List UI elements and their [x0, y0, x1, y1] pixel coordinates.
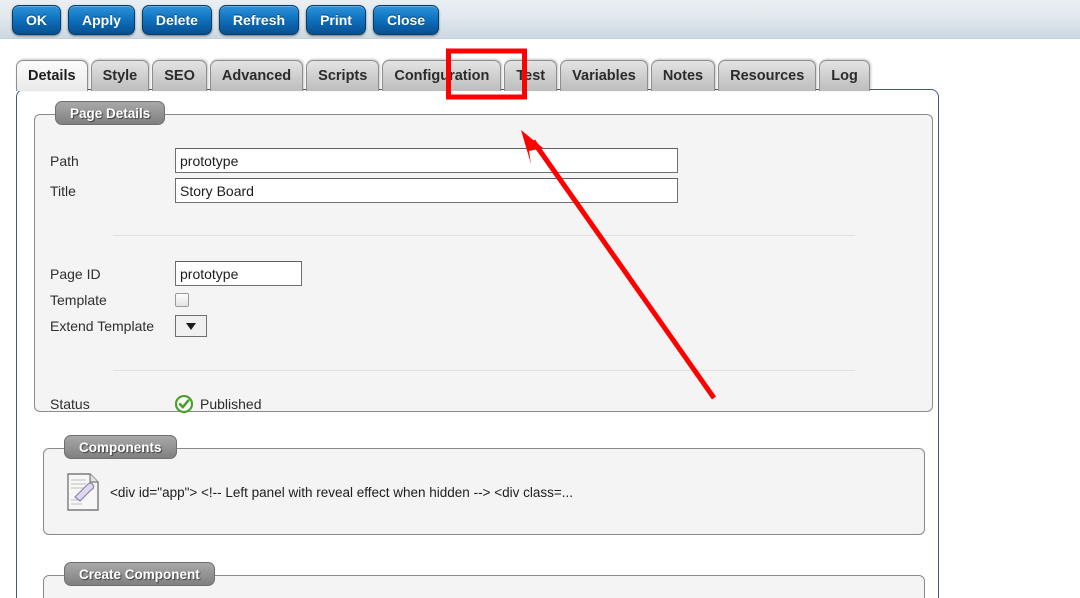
print-button[interactable]: Print: [306, 5, 366, 35]
details-panel: Page Details Path prototype Title Story …: [16, 89, 939, 598]
tab-advanced[interactable]: Advanced: [209, 60, 304, 91]
extend-template-select[interactable]: [175, 315, 207, 337]
list-item[interactable]: <div id="app"> <!-- Left panel with reve…: [66, 473, 573, 511]
template-row: Template: [50, 292, 189, 308]
page-details-fieldset: Page Details Path prototype Title Story …: [34, 101, 933, 413]
divider-2: [113, 370, 855, 371]
tab-scripts[interactable]: Scripts: [306, 60, 380, 91]
component-snippet-text: <div id="app"> <!-- Left panel with reve…: [110, 484, 573, 500]
tab-seo[interactable]: SEO: [152, 60, 207, 91]
top-toolbar: OK Apply Delete Refresh Print Close: [0, 0, 1080, 39]
extend-template-label: Extend Template: [50, 318, 155, 334]
status-value: Published: [200, 396, 262, 412]
path-row: Path prototype: [50, 148, 678, 173]
page-id-label: Page ID: [50, 265, 101, 282]
template-label: Template: [50, 292, 107, 308]
title-label: Title: [50, 182, 76, 199]
tab-style[interactable]: Style: [90, 60, 150, 91]
tab-variables[interactable]: Variables: [560, 60, 648, 91]
tab-notes[interactable]: Notes: [650, 60, 716, 91]
status-row: Status Published: [50, 395, 262, 413]
tab-configuration[interactable]: Configuration: [382, 60, 502, 91]
toolbar-button-group: OK Apply Delete Refresh Print Close: [12, 5, 440, 35]
delete-button[interactable]: Delete: [141, 5, 212, 35]
close-button[interactable]: Close: [372, 5, 440, 35]
template-checkbox[interactable]: [175, 293, 189, 307]
tab-details[interactable]: Details: [16, 60, 88, 91]
document-scroll-icon: [67, 473, 99, 511]
divider-1: [113, 235, 855, 236]
path-input[interactable]: prototype: [175, 148, 678, 173]
title-row: Title Story Board: [50, 178, 678, 203]
green-check-circle-icon: [175, 395, 193, 413]
status-label: Status: [50, 396, 90, 412]
page-id-row: Page ID prototype: [50, 261, 302, 286]
tab-test[interactable]: Test: [504, 60, 558, 91]
tab-log[interactable]: Log: [819, 60, 870, 91]
tab-bar: Details Style SEO Advanced Scripts Confi…: [16, 60, 870, 91]
page-id-input[interactable]: prototype: [175, 261, 302, 286]
title-input[interactable]: Story Board: [175, 178, 678, 203]
app-root: OK Apply Delete Refresh Print Close Deta…: [0, 0, 1080, 598]
ok-button[interactable]: OK: [12, 5, 61, 35]
chevron-down-icon: [186, 322, 196, 330]
refresh-button[interactable]: Refresh: [218, 5, 300, 35]
components-fieldset: Components <div id="app"> <!-- Left pane…: [43, 435, 925, 535]
create-component-legend: Create Component: [64, 562, 215, 586]
components-legend: Components: [64, 435, 177, 459]
path-label: Path: [50, 152, 79, 169]
page-details-legend: Page Details: [55, 101, 166, 125]
tab-resources[interactable]: Resources: [718, 60, 817, 91]
extend-template-row: Extend Template: [50, 315, 207, 337]
create-component-fieldset: Create Component HTML: [43, 562, 925, 598]
apply-button[interactable]: Apply: [68, 5, 135, 35]
